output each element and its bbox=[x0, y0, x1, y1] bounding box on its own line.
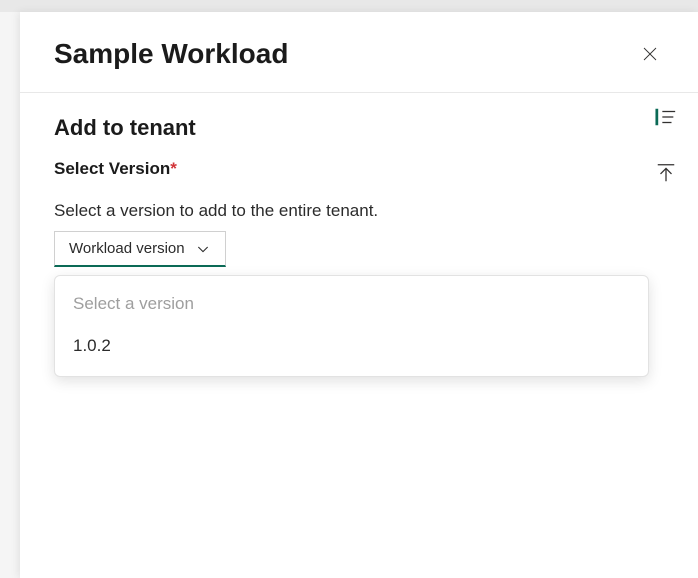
version-dropdown-menu: Select a version 1.0.2 bbox=[54, 275, 649, 377]
dropdown-placeholder: Select a version bbox=[55, 284, 648, 324]
close-button[interactable] bbox=[636, 40, 664, 68]
dropdown-option[interactable]: 1.0.2 bbox=[55, 324, 648, 368]
section-title: Add to tenant bbox=[54, 115, 664, 141]
required-marker: * bbox=[170, 159, 177, 178]
panel-title: Sample Workload bbox=[54, 38, 288, 70]
arrow-up-to-line-icon bbox=[655, 162, 677, 184]
field-label-text: Select Version bbox=[54, 159, 170, 178]
chevron-down-icon bbox=[195, 241, 211, 257]
field-label: Select Version* bbox=[54, 159, 664, 179]
panel-header: Sample Workload bbox=[20, 12, 698, 93]
scroll-top-button[interactable] bbox=[652, 159, 680, 187]
side-panel: Sample Workload bbox=[20, 12, 698, 578]
dropdown-trigger-label: Workload version bbox=[69, 240, 185, 257]
panel-body: Add to tenant Select Version* Select a v… bbox=[20, 93, 698, 399]
list-view-button[interactable] bbox=[652, 103, 680, 131]
list-lines-icon bbox=[655, 106, 677, 128]
right-toolbar bbox=[652, 103, 680, 187]
version-dropdown-trigger[interactable]: Workload version bbox=[54, 231, 226, 267]
close-icon bbox=[641, 45, 659, 63]
helper-text: Select a version to add to the entire te… bbox=[54, 201, 664, 221]
